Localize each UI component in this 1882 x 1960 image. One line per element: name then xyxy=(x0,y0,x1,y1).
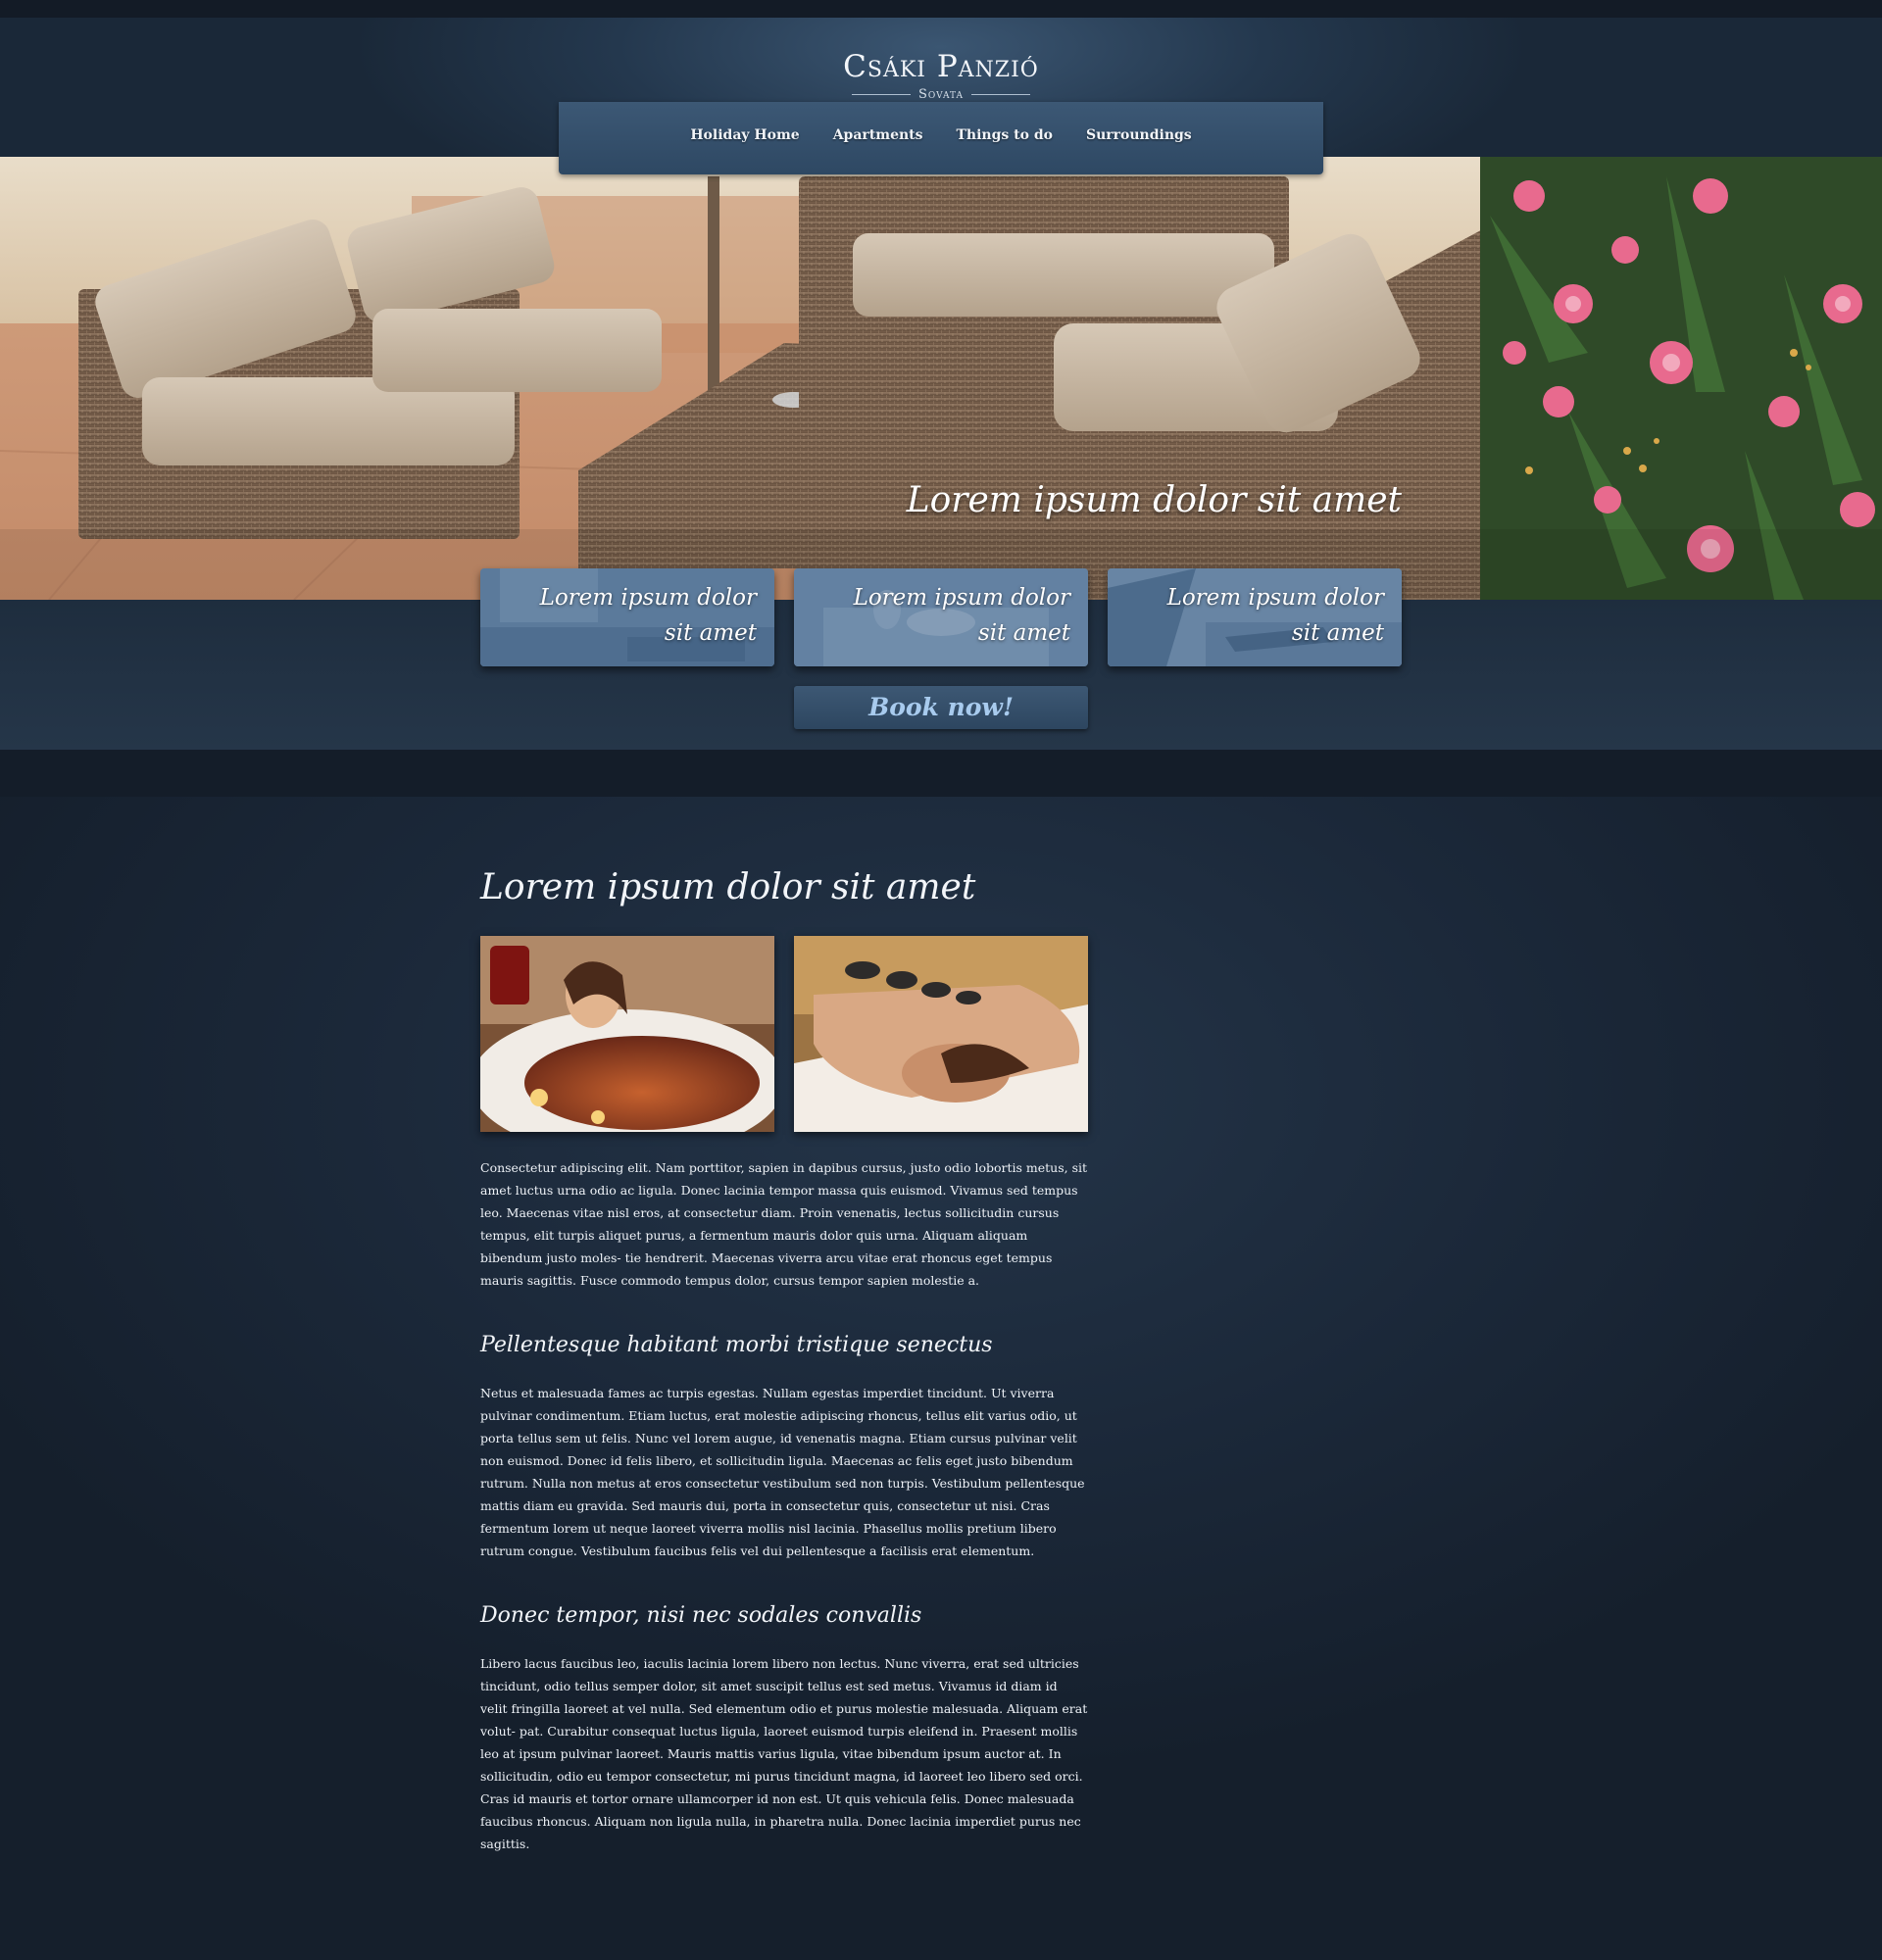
feature-card-label: Lorem ipsum dolor sit amet xyxy=(1166,585,1384,646)
nav-item-holiday-home[interactable]: Holiday Home xyxy=(690,127,799,143)
feature-card-1[interactable]: Lorem ipsum dolor sit amet xyxy=(480,568,774,666)
nav-item-things-to-do[interactable]: Things to do xyxy=(957,127,1053,143)
nav-item-apartments[interactable]: Apartments xyxy=(833,127,923,143)
main-navigation: Holiday Home Apartments Things to do Sur… xyxy=(559,102,1323,174)
feature-card-3[interactable]: Lorem ipsum dolor sit amet xyxy=(1108,568,1402,666)
site-logo-title[interactable]: Csáki Panzió xyxy=(745,49,1137,84)
nav-item-surroundings[interactable]: Surroundings xyxy=(1086,127,1192,143)
hero-image-terrace-furniture xyxy=(0,157,1882,600)
logo-rule-right xyxy=(971,94,1031,95)
section-heading-1: Pellentesque habitant morbi tristique se… xyxy=(480,1333,993,1357)
feature-card-label: Lorem ipsum dolor sit amet xyxy=(539,585,757,646)
intro-paragraph: Consectetur adipiscing elit. Nam porttit… xyxy=(480,1160,1088,1288)
page-title: Lorem ipsum dolor sit amet xyxy=(480,867,976,907)
hero-banner: Lorem ipsum dolor sit amet xyxy=(0,157,1882,600)
hot-stone-massage-photo xyxy=(794,936,1088,1132)
section-heading-2: Donec tempor, nisi nec sodales convallis xyxy=(480,1603,922,1628)
hero-caption: Lorem ipsum dolor sit amet xyxy=(906,480,1402,520)
location-label: Sovata xyxy=(917,87,965,102)
strip-shadow-band xyxy=(0,750,1882,797)
top-bar xyxy=(0,0,1882,18)
spa-bath-photo xyxy=(470,936,784,1156)
logo-rule-left xyxy=(851,94,911,95)
section-body-1: Netus et malesuada fames ac turpis egest… xyxy=(480,1386,1085,1558)
feature-card-label: Lorem ipsum dolor sit amet xyxy=(853,585,1070,646)
section-body-2: Libero lacus faucibus leo, iaculis lacin… xyxy=(480,1656,1088,1851)
feature-card-2[interactable]: Lorem ipsum dolor sit amet xyxy=(794,568,1088,666)
site-logo-location: Sovata xyxy=(745,87,1137,102)
book-now-button[interactable]: Book now! xyxy=(794,686,1088,729)
